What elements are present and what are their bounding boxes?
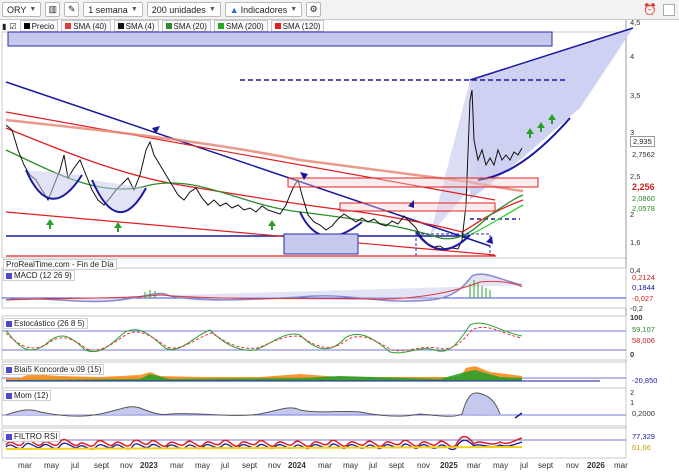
x-axis-tick: sept [389,461,405,470]
triangle-marker-icon [152,126,160,134]
x-axis-tick: mar [170,461,184,470]
price-axis-tick: 2,5 [630,172,641,181]
macd-line [5,273,523,303]
macd-value: 0,2124 [632,273,655,282]
x-axis-tick: may [44,461,60,470]
range-box-blue [283,233,359,255]
mom-axis-tick: 2 [630,388,635,397]
x-axis-year: 2024 [288,461,306,470]
x-axis-year: 2026 [587,461,605,470]
x-axis-tick: jul [369,461,378,470]
mom-value: 0,2000 [632,409,655,418]
mom-frame [1,387,627,427]
rsi-yellow-line [5,446,523,450]
momentum-tail [514,412,523,419]
price-axis-tick: 3,5 [630,91,641,100]
koncorde-value: -20,850 [632,376,658,385]
cup-pattern-2 [91,179,147,214]
x-axis-tick: sept [538,461,554,470]
price-axis-tick: 1,6 [630,238,641,247]
cup-pattern-1 [25,169,83,200]
x-axis-tick: mar [318,461,332,470]
up-arrow-icon [114,222,122,232]
mom-axis-tick: 1 [630,398,635,407]
x-axis-tick: sept [242,461,258,470]
stoch-axis-tick: 100 [630,313,643,322]
legend-swatch [6,392,12,399]
rsi-label-text: FILTRO RSI [14,432,58,441]
x-axis-tick: mar [467,461,481,470]
red-range-box-1 [287,177,539,188]
x-axis-tick: jul [71,461,80,470]
red-range-box-2 [339,202,496,212]
macd-label-text: MACD (12 26 9) [14,271,72,280]
price-axis-tick: 4,5 [630,18,641,27]
stoch-frame [1,315,627,361]
chart-canvas [1,20,634,459]
up-arrow-icon [46,219,54,229]
x-axis-tick: jul [221,461,230,470]
koncorde-label-text: Blai5 Koncorde v.09 (15) [14,365,102,374]
macd-signal-value: 0,1844 [632,283,655,292]
last-price-label: 2,935 [630,136,655,147]
momentum-line [5,392,501,417]
stoch-label-text: Estocástico (26 8 5) [14,319,85,328]
sma20-value-label: 2,0860 [632,194,655,203]
range-box-dashed [415,233,491,257]
up-arrow-icon [268,220,276,230]
x-axis-tick: nov [566,461,579,470]
x-axis-tick: nov [120,461,133,470]
mom-label-text: Mom (12) [14,391,49,400]
legend-swatch [6,433,12,440]
x-axis-tick: nov [417,461,430,470]
sma40-value-label: 2,256 [632,182,655,192]
macd-label[interactable]: MACD (12 26 9) [3,270,75,281]
macd-hist-value: -0,027 [632,294,654,303]
x-axis-tick: mar [18,461,32,470]
rsi-yellow-value: 61,66 [632,443,651,452]
x-axis-tick: mar [614,461,628,470]
mom-label[interactable]: Mom (12) [3,390,52,401]
stoch-axis-tick: 0 [630,350,635,359]
highlight-rectangle [7,31,553,47]
price-axis-tick: 4 [630,52,635,61]
breakout-triangle [430,80,478,235]
stoch-d-value: 58,006 [632,336,655,345]
x-axis-tick: sept [94,461,110,470]
sma200-value-label: 2,0578 [632,204,655,213]
source-note: ProRealTime.com - Fin de Día [3,259,117,270]
legend-swatch [6,272,12,279]
x-axis-tick: nov [268,461,281,470]
sma4-value-label: 2,7562 [632,150,655,159]
legend-swatch [6,366,12,373]
rsi-label[interactable]: FILTRO RSI [3,431,61,442]
source-note-text: ProRealTime.com - Fin de Día [6,260,114,269]
x-axis-tick: may [195,461,211,470]
x-axis-year: 2023 [140,461,158,470]
stoch-k-value: 59,107 [632,325,655,334]
koncorde-label[interactable]: Blai5 Koncorde v.09 (15) [3,364,105,375]
macd-axis-tick: -0,2 [630,304,643,313]
rsi-value: 77,329 [632,432,655,441]
x-axis-tick: may [493,461,509,470]
stoch-label[interactable]: Estocástico (26 8 5) [3,318,88,329]
x-axis-tick: may [343,461,359,470]
legend-swatch [6,320,12,327]
x-axis-year: 2025 [440,461,458,470]
x-axis-tick: jul [520,461,529,470]
